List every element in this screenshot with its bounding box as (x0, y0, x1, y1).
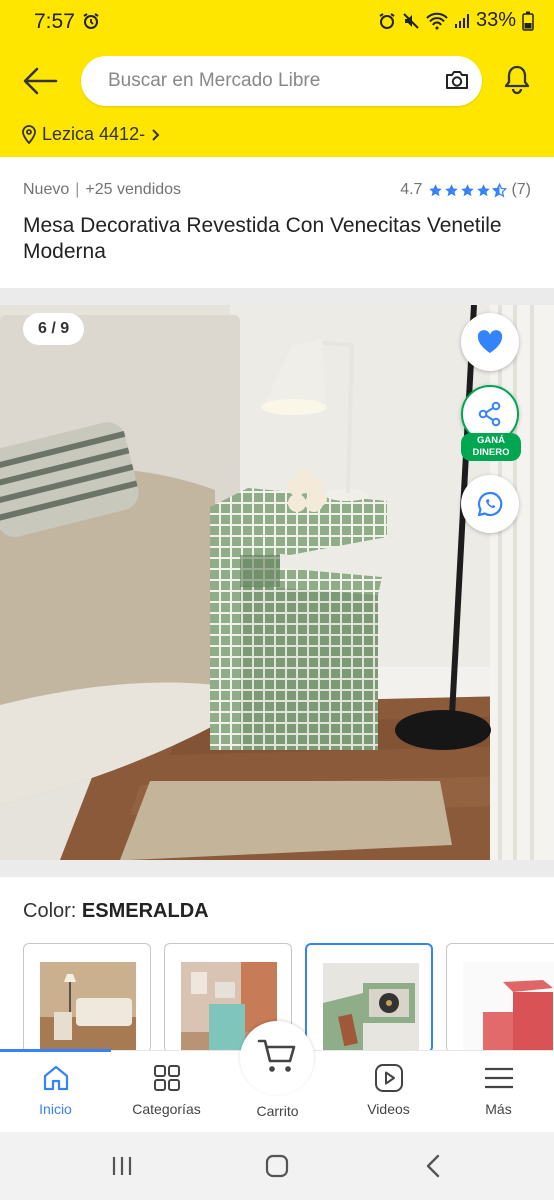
divider (0, 288, 554, 305)
condition-label: Nuevo (23, 181, 70, 198)
battery-level: 33% (475, 9, 516, 31)
earn-money-badge: GANÁ DINERO (461, 433, 521, 461)
badge-line-1: GANÁ (477, 435, 505, 446)
search-input[interactable]: Buscar en Mercado Libre (81, 56, 482, 106)
play-icon (374, 1063, 404, 1098)
bell-icon[interactable] (502, 64, 532, 101)
star-icon (461, 183, 475, 196)
search-placeholder: Buscar en Mercado Libre (108, 70, 321, 91)
wifi-icon (426, 12, 448, 29)
camera-icon[interactable] (444, 68, 470, 97)
variant-image (323, 963, 419, 1050)
status-bar: 7:57 33% (0, 0, 554, 44)
grid-icon (152, 1063, 182, 1098)
nav-item-mas[interactable]: Más (443, 1051, 554, 1133)
whatsapp-share-button[interactable] (461, 475, 519, 533)
nav-item-categorias[interactable]: Categorías (111, 1051, 222, 1133)
recent-apps-icon[interactable] (110, 1154, 134, 1178)
divider (0, 860, 554, 877)
color-variant-thumb-selected[interactable] (305, 943, 433, 1050)
heart-icon (477, 330, 503, 353)
variant-image (463, 962, 554, 1050)
battery-icon (522, 11, 534, 31)
image-counter: 6 / 9 (23, 313, 85, 345)
variant-image (40, 962, 136, 1050)
color-variant-thumb[interactable] (23, 943, 151, 1050)
system-navigation-bar (0, 1132, 554, 1200)
half-star-icon (492, 182, 508, 197)
nav-label: Categorías (132, 1101, 201, 1117)
star-icon (429, 183, 443, 196)
product-image[interactable] (0, 305, 554, 860)
nav-label: Carrito (256, 1103, 299, 1119)
favorite-button[interactable] (461, 313, 519, 371)
sold-count: +25 vendidos (85, 181, 182, 198)
status-time: 7:57 (34, 10, 75, 33)
product-page: Nuevo | +25 vendidos 4.7 (7) Mesa Decorati… (0, 157, 554, 1050)
star-rating (428, 182, 508, 198)
product-title: Mesa Decorativa Revestida Con Venecitas … (23, 214, 502, 263)
cart-button[interactable] (240, 1021, 314, 1095)
location-selector[interactable]: Lezica 4412- (22, 124, 161, 145)
rating-summary[interactable]: 4.7 (7) (400, 181, 531, 199)
app-header: 7:57 33% Buscar en Mercado Libre Lezica … (0, 0, 554, 157)
back-system-icon[interactable] (423, 1153, 443, 1179)
share-icon (478, 401, 501, 427)
home-icon (41, 1063, 71, 1098)
selected-color: ESMERALDA (81, 900, 209, 922)
cart-icon (257, 1039, 296, 1072)
alarm-icon (379, 12, 395, 29)
back-arrow-icon[interactable] (22, 66, 58, 96)
mute-icon (403, 12, 419, 29)
star-icon (477, 183, 491, 196)
rating-value: 4.7 (400, 181, 423, 198)
nav-item-inicio[interactable]: Inicio (0, 1051, 111, 1133)
alarm-icon (82, 12, 100, 35)
star-icon (445, 183, 459, 196)
location-text: Lezica 4412- (42, 124, 146, 144)
whatsapp-icon (477, 491, 503, 517)
color-label-prefix: Color: (23, 900, 77, 922)
location-pin-icon (22, 125, 36, 144)
nav-item-videos[interactable]: Videos (333, 1051, 444, 1133)
signal-icon (454, 13, 469, 28)
color-selector-label: Color: ESMERALDA (23, 900, 209, 923)
review-count: (7) (511, 181, 531, 198)
nav-label: Inicio (39, 1101, 72, 1117)
chevron-right-icon (152, 128, 160, 141)
nav-label: Videos (367, 1101, 410, 1117)
product-meta: Nuevo | +25 vendidos (23, 181, 182, 198)
menu-icon (483, 1063, 515, 1098)
home-system-icon[interactable] (264, 1153, 290, 1179)
nav-label: Más (485, 1101, 512, 1117)
status-icons: 33% (378, 9, 534, 32)
badge-line-2: DINERO (472, 447, 510, 458)
color-variant-thumb[interactable] (446, 943, 554, 1050)
